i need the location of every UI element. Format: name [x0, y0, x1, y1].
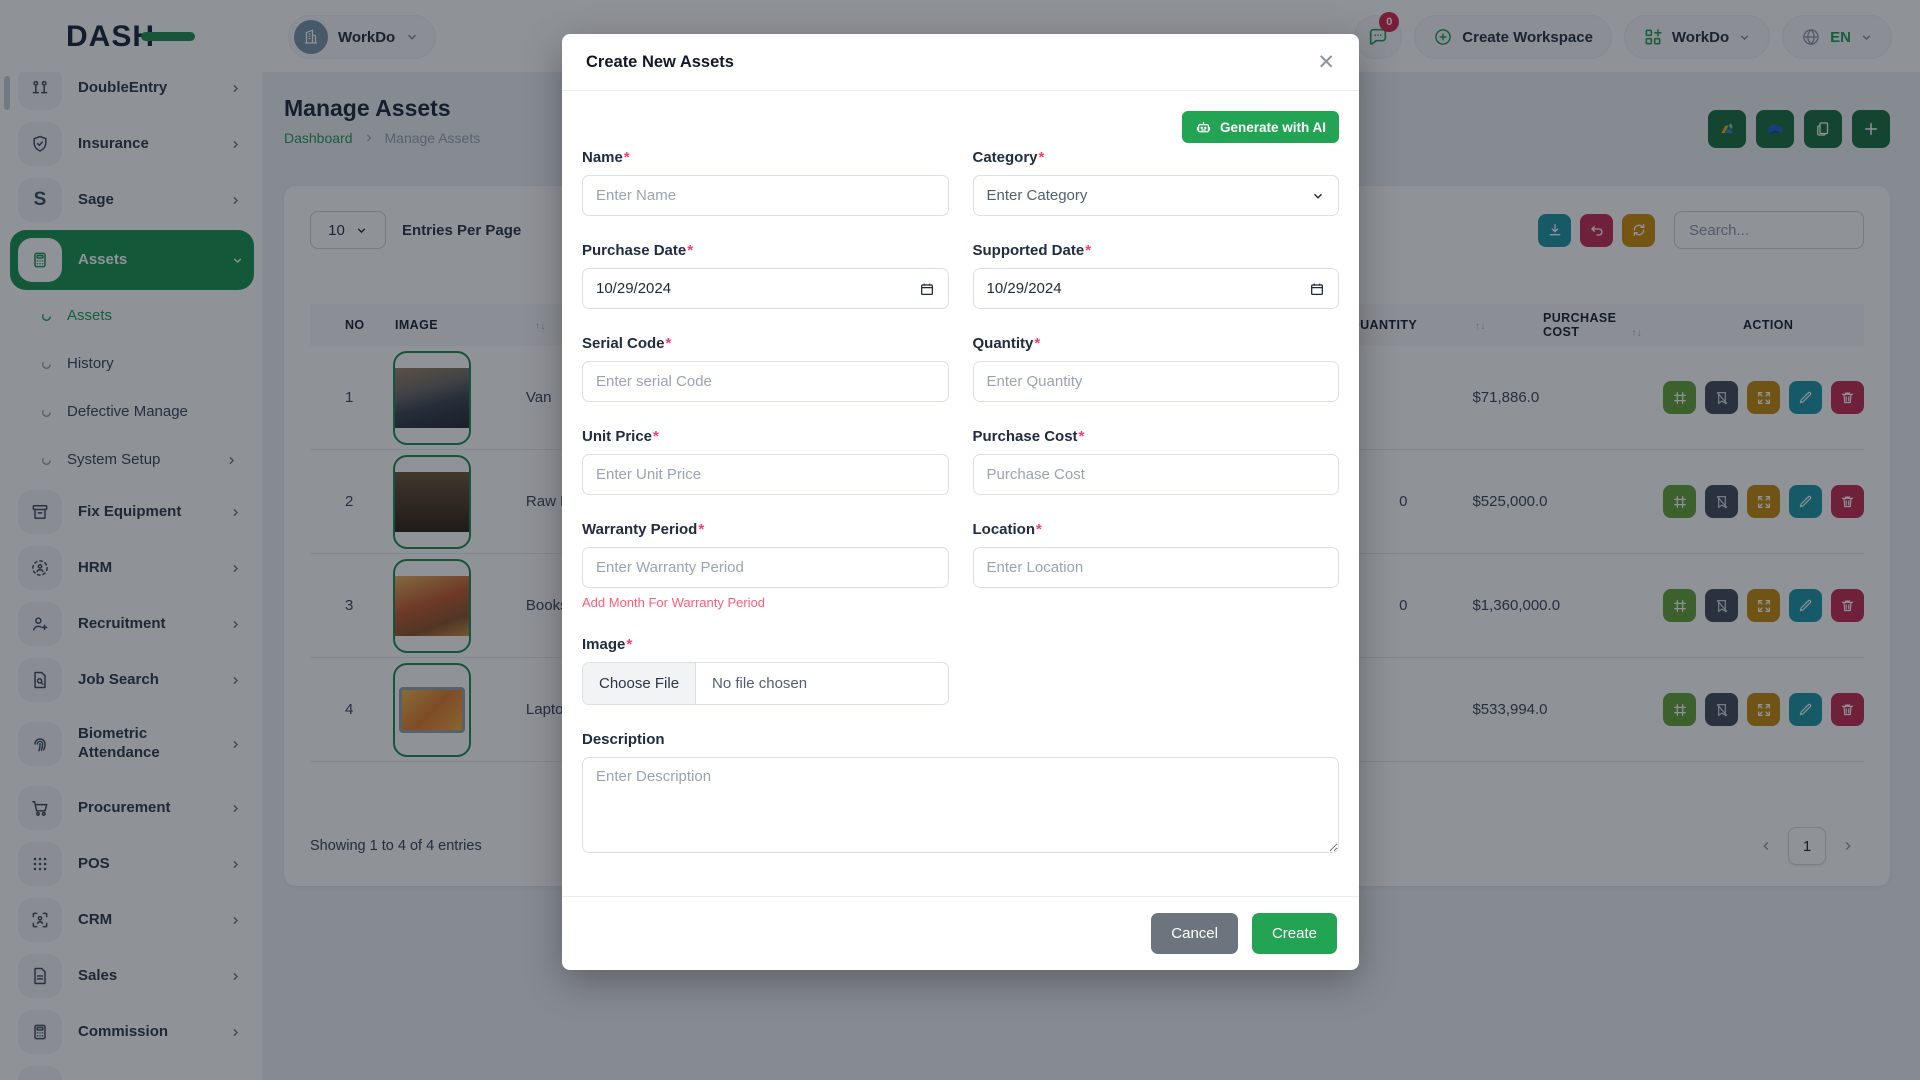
required-mark: *	[1039, 149, 1045, 166]
required-mark: *	[653, 428, 659, 445]
required-mark: *	[1079, 428, 1085, 445]
field-location: Location*	[973, 521, 1340, 610]
required-mark: *	[1085, 242, 1091, 259]
close-icon[interactable]: ✕	[1317, 52, 1335, 73]
cancel-button[interactable]: Cancel	[1151, 913, 1238, 954]
purchase-cost-input[interactable]	[973, 454, 1340, 495]
location-input[interactable]	[973, 547, 1340, 588]
field-image-spacer	[973, 636, 1340, 705]
field-serial-code: Serial Code*	[582, 335, 949, 402]
field-warranty-period: Warranty Period* Add Month For Warranty …	[582, 521, 949, 610]
field-category: Category* Enter Category	[973, 149, 1340, 216]
name-input[interactable]	[582, 175, 949, 216]
image-file-input[interactable]: Choose File No file chosen	[582, 662, 949, 705]
field-unit-price: Unit Price*	[582, 428, 949, 495]
quantity-input[interactable]	[973, 361, 1340, 402]
required-mark: *	[698, 521, 704, 538]
modal-title: Create New Assets	[586, 53, 734, 72]
file-status-text: No file chosen	[696, 663, 823, 704]
required-mark: *	[1036, 521, 1042, 538]
warranty-period-input[interactable]	[582, 547, 949, 588]
field-purchase-cost: Purchase Cost*	[973, 428, 1340, 495]
purchase-date-input[interactable]: 10/29/2024	[582, 268, 949, 309]
supported-date-input[interactable]: 10/29/2024	[973, 268, 1340, 309]
serial-code-input[interactable]	[582, 361, 949, 402]
create-button[interactable]: Create	[1252, 913, 1337, 954]
field-quantity: Quantity*	[973, 335, 1340, 402]
warranty-helper-text: Add Month For Warranty Period	[582, 595, 949, 610]
chevron-down-icon	[1311, 189, 1325, 203]
description-textarea[interactable]	[582, 757, 1339, 853]
required-mark: *	[1034, 335, 1040, 352]
field-description: Description	[582, 731, 1339, 853]
field-purchase-date: Purchase Date* 10/29/2024	[582, 242, 949, 309]
create-assets-modal: Create New Assets ✕ Generate with AI Nam…	[562, 34, 1359, 970]
required-mark: *	[624, 149, 630, 166]
field-name: Name*	[582, 149, 949, 216]
required-mark: *	[687, 242, 693, 259]
field-image: Image* Choose File No file chosen	[582, 636, 949, 705]
required-mark: *	[666, 335, 672, 352]
choose-file-button[interactable]: Choose File	[583, 663, 696, 704]
robot-icon	[1195, 119, 1212, 136]
category-select[interactable]: Enter Category	[973, 175, 1340, 216]
generate-with-ai-button[interactable]: Generate with AI	[1182, 111, 1339, 143]
field-supported-date: Supported Date* 10/29/2024	[973, 242, 1340, 309]
calendar-icon	[1309, 281, 1325, 297]
calendar-icon	[919, 281, 935, 297]
required-mark: *	[626, 636, 632, 653]
unit-price-input[interactable]	[582, 454, 949, 495]
